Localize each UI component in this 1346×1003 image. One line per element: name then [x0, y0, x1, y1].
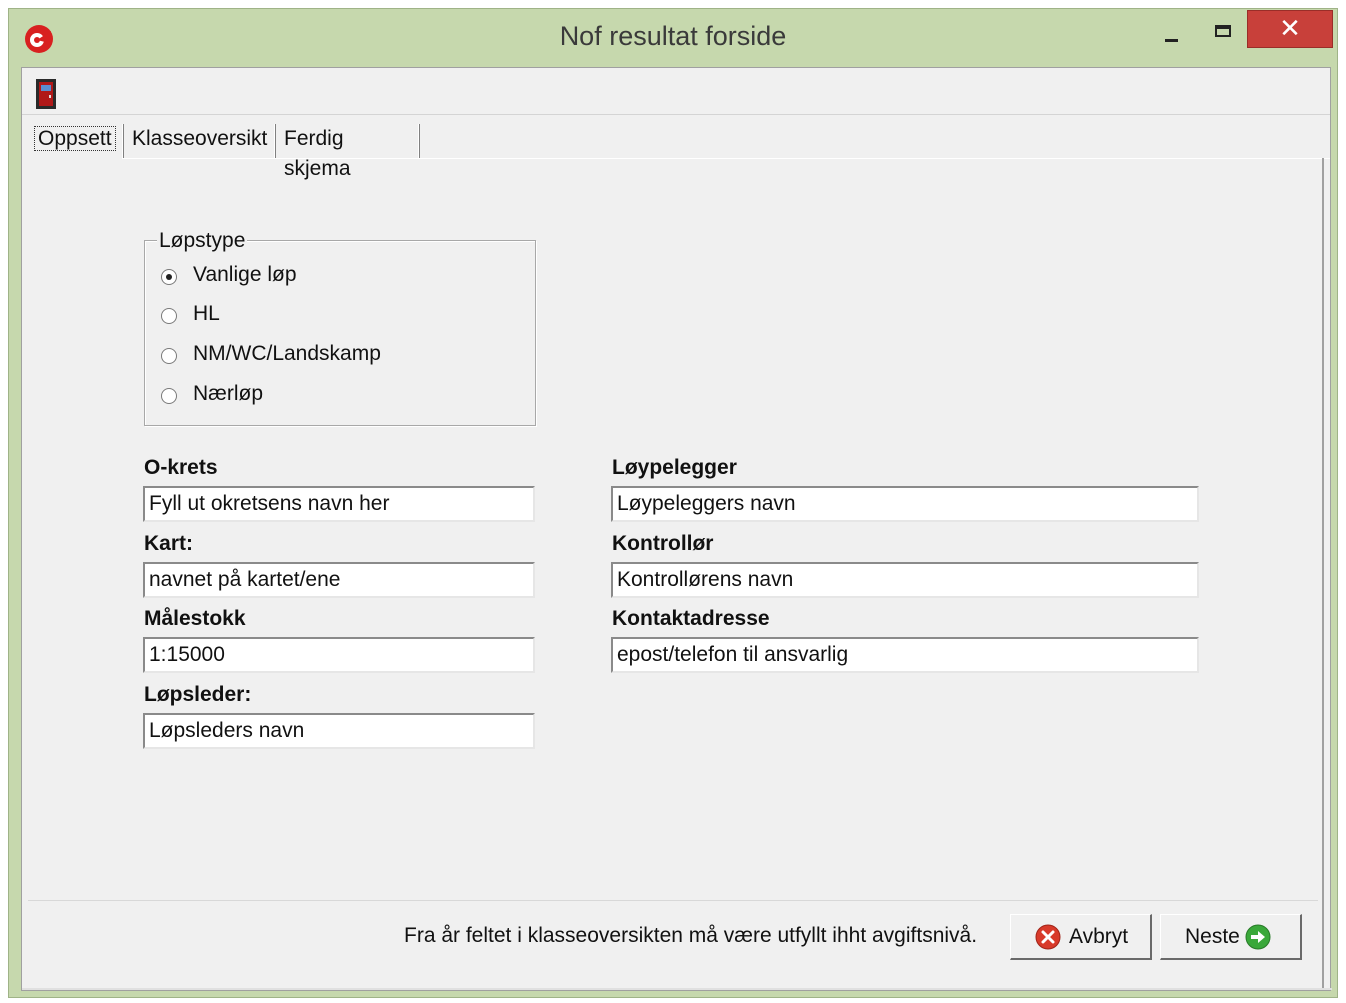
kontaktadresse-input[interactable]: epost/telefon til ansvarlig	[611, 637, 1199, 673]
footer-note: Fra år feltet i klasseoversikten må være…	[404, 924, 978, 947]
radio-label: NM/WC/Landskamp	[193, 342, 381, 365]
loypelegger-input[interactable]: Løypeleggers navn	[611, 486, 1199, 522]
tab-klasseoversikt[interactable]: Klasseoversikt	[126, 124, 276, 156]
malestokk-input[interactable]: 1:15000	[143, 637, 535, 673]
kart-input[interactable]: navnet på kartet/ene	[143, 562, 535, 598]
radio-label: Nærløp	[193, 382, 264, 405]
radio-button[interactable]	[161, 388, 177, 404]
close-icon: ✕	[1279, 13, 1301, 43]
radio-button[interactable]	[161, 348, 177, 364]
lopsleder-label: Løpsleder:	[144, 683, 252, 706]
cancel-label: Avbryt	[1069, 925, 1129, 948]
window-bottom-edge	[22, 988, 1332, 990]
cancel-button[interactable]: Avbryt	[1010, 914, 1152, 960]
minimize-icon	[1165, 39, 1178, 42]
tab-divider	[274, 124, 276, 158]
kontrollor-label: Kontrollør	[612, 532, 714, 555]
toolbar	[22, 68, 1330, 115]
malestokk-label: Målestokk	[144, 607, 246, 630]
tab-oppsett-label: Oppsett	[34, 126, 116, 151]
kontrollor-input[interactable]: Kontrollørens navn	[611, 562, 1199, 598]
tab-oppsett[interactable]: Oppsett	[28, 124, 120, 156]
maximize-icon	[1215, 25, 1231, 37]
close-button[interactable]: ✕	[1247, 10, 1333, 48]
client-area: Oppsett Klasseoversikt Ferdig skjema Løp…	[21, 67, 1332, 991]
radio-button[interactable]	[161, 308, 177, 324]
radio-label: HL	[193, 302, 220, 325]
lopstype-group: Løpstype Vanlige løp HL NM/WC/Landskamp …	[144, 229, 536, 426]
loypelegger-label: Løypelegger	[612, 456, 737, 479]
radio-label: Vanlige løp	[193, 263, 297, 286]
tab-divider	[122, 124, 124, 158]
kart-label: Kart:	[144, 532, 194, 555]
cancel-icon	[1035, 924, 1061, 950]
radio-button-checked[interactable]	[161, 269, 177, 285]
title-bar[interactable]: Nof resultat forside ✕	[9, 9, 1337, 67]
maximize-button[interactable]	[1201, 13, 1247, 53]
next-button[interactable]: Neste	[1160, 914, 1302, 960]
minimize-button[interactable]	[1149, 13, 1193, 53]
kontaktadresse-label: Kontaktadresse	[612, 607, 770, 630]
tab-ferdig-skjema[interactable]: Ferdig skjema	[278, 124, 420, 180]
next-label: Neste	[1185, 925, 1240, 948]
okrets-label: O-krets	[144, 456, 218, 479]
window-title: Nof resultat forside	[559, 21, 787, 51]
application-window: Nof resultat forside ✕ Oppsett Klasseove…	[8, 8, 1338, 998]
exit-door-icon[interactable]	[34, 78, 60, 110]
lopsleder-input[interactable]: Løpsleders navn	[143, 713, 535, 749]
tab-divider	[418, 124, 420, 158]
lopstype-legend: Løpstype	[157, 229, 248, 253]
okrets-input[interactable]: Fyll ut okretsens navn her	[143, 486, 535, 522]
arrow-right-icon	[1245, 924, 1271, 950]
